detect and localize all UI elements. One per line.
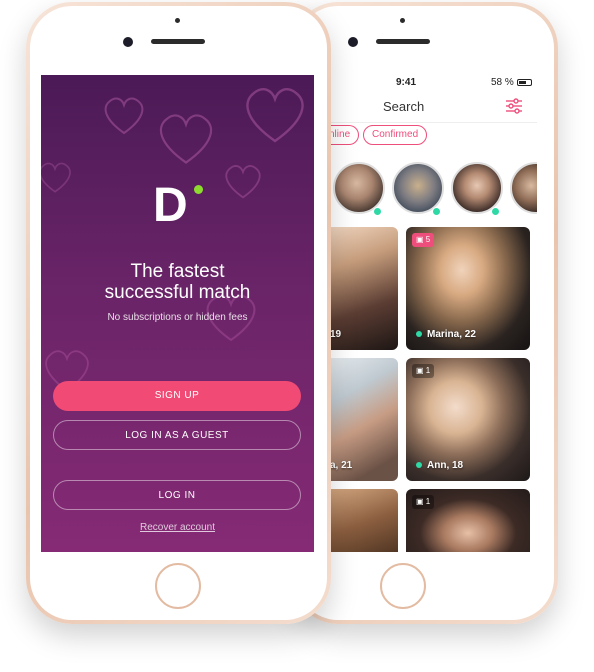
guest-login-button[interactable]: LOG IN AS A GUEST xyxy=(53,420,301,450)
profile-card[interactable] xyxy=(330,489,398,552)
search-screen: 9:41 58 % Search nline Confirmed 19 ▣ 5 … xyxy=(330,75,537,552)
profile-card[interactable]: ▣ 1 Ann, 18 xyxy=(406,358,530,481)
photo-count-badge: ▣ 1 xyxy=(412,364,435,378)
heart-icon xyxy=(104,97,144,135)
logo-dot xyxy=(194,185,203,194)
proximity-sensor xyxy=(400,18,405,23)
front-camera xyxy=(348,37,358,47)
earpiece-speaker xyxy=(151,39,205,44)
status-time: 9:41 xyxy=(396,77,417,88)
online-indicator xyxy=(416,331,422,338)
status-bar: 9:41 58 % xyxy=(330,75,537,91)
home-button-front[interactable] xyxy=(155,563,201,609)
headline-line-2: successful match xyxy=(104,282,251,303)
online-indicator xyxy=(432,207,441,216)
battery-icon xyxy=(517,79,532,86)
home-button-back[interactable] xyxy=(380,563,426,609)
login-button[interactable]: LOG IN xyxy=(53,480,301,510)
photo-count-badge: ▣ 5 xyxy=(412,233,435,247)
recover-account-link[interactable]: Recover account xyxy=(41,522,314,533)
filter-chip-online[interactable]: nline xyxy=(330,125,360,145)
headline-line-1: The fastest xyxy=(130,261,225,282)
profile-card[interactable]: 19 xyxy=(330,227,398,350)
profile-card[interactable]: a, 21 xyxy=(330,358,398,481)
sign-up-button[interactable]: SIGN UP xyxy=(53,381,301,411)
filter-chips: nline Confirmed xyxy=(330,123,537,149)
profile-name: a, 21 xyxy=(330,460,353,471)
profile-name: Ann, 18 xyxy=(416,460,463,471)
profile-card[interactable]: ▣ 1 xyxy=(406,489,530,552)
filter-settings-icon[interactable] xyxy=(505,98,523,114)
logo-letter: D xyxy=(153,179,188,232)
profile-card[interactable]: ▣ 5 Marina, 22 xyxy=(406,227,530,350)
front-camera xyxy=(123,37,133,47)
camera-icon: ▣ xyxy=(416,366,424,375)
heart-icon xyxy=(41,162,71,193)
heart-icon xyxy=(246,88,304,143)
earpiece-speaker xyxy=(376,39,430,44)
heart-icon xyxy=(225,165,261,199)
online-indicator xyxy=(491,207,500,216)
page-title: Search xyxy=(383,99,425,114)
battery-percent: 58 % xyxy=(491,77,514,88)
nav-bar: Search xyxy=(330,91,537,121)
photo-count-badge: ▣ 1 xyxy=(412,495,435,509)
headline: The fastest successful match xyxy=(41,261,314,303)
heart-icon xyxy=(159,114,213,164)
profile-name: 19 xyxy=(330,329,342,340)
camera-icon: ▣ xyxy=(416,497,424,506)
stories-row xyxy=(330,157,537,219)
app-logo: D xyxy=(153,181,203,235)
subtitle: No subscriptions or hidden fees xyxy=(107,312,248,323)
profile-name: Marina, 22 xyxy=(416,329,476,340)
proximity-sensor xyxy=(175,18,180,23)
camera-icon: ▣ xyxy=(416,235,424,244)
online-indicator xyxy=(373,207,382,216)
filter-chip-confirmed[interactable]: Confirmed xyxy=(363,125,428,145)
online-indicator xyxy=(416,462,422,469)
login-screen: D The fastest successful match No subscr… xyxy=(41,75,314,552)
story-avatar[interactable] xyxy=(510,162,537,214)
